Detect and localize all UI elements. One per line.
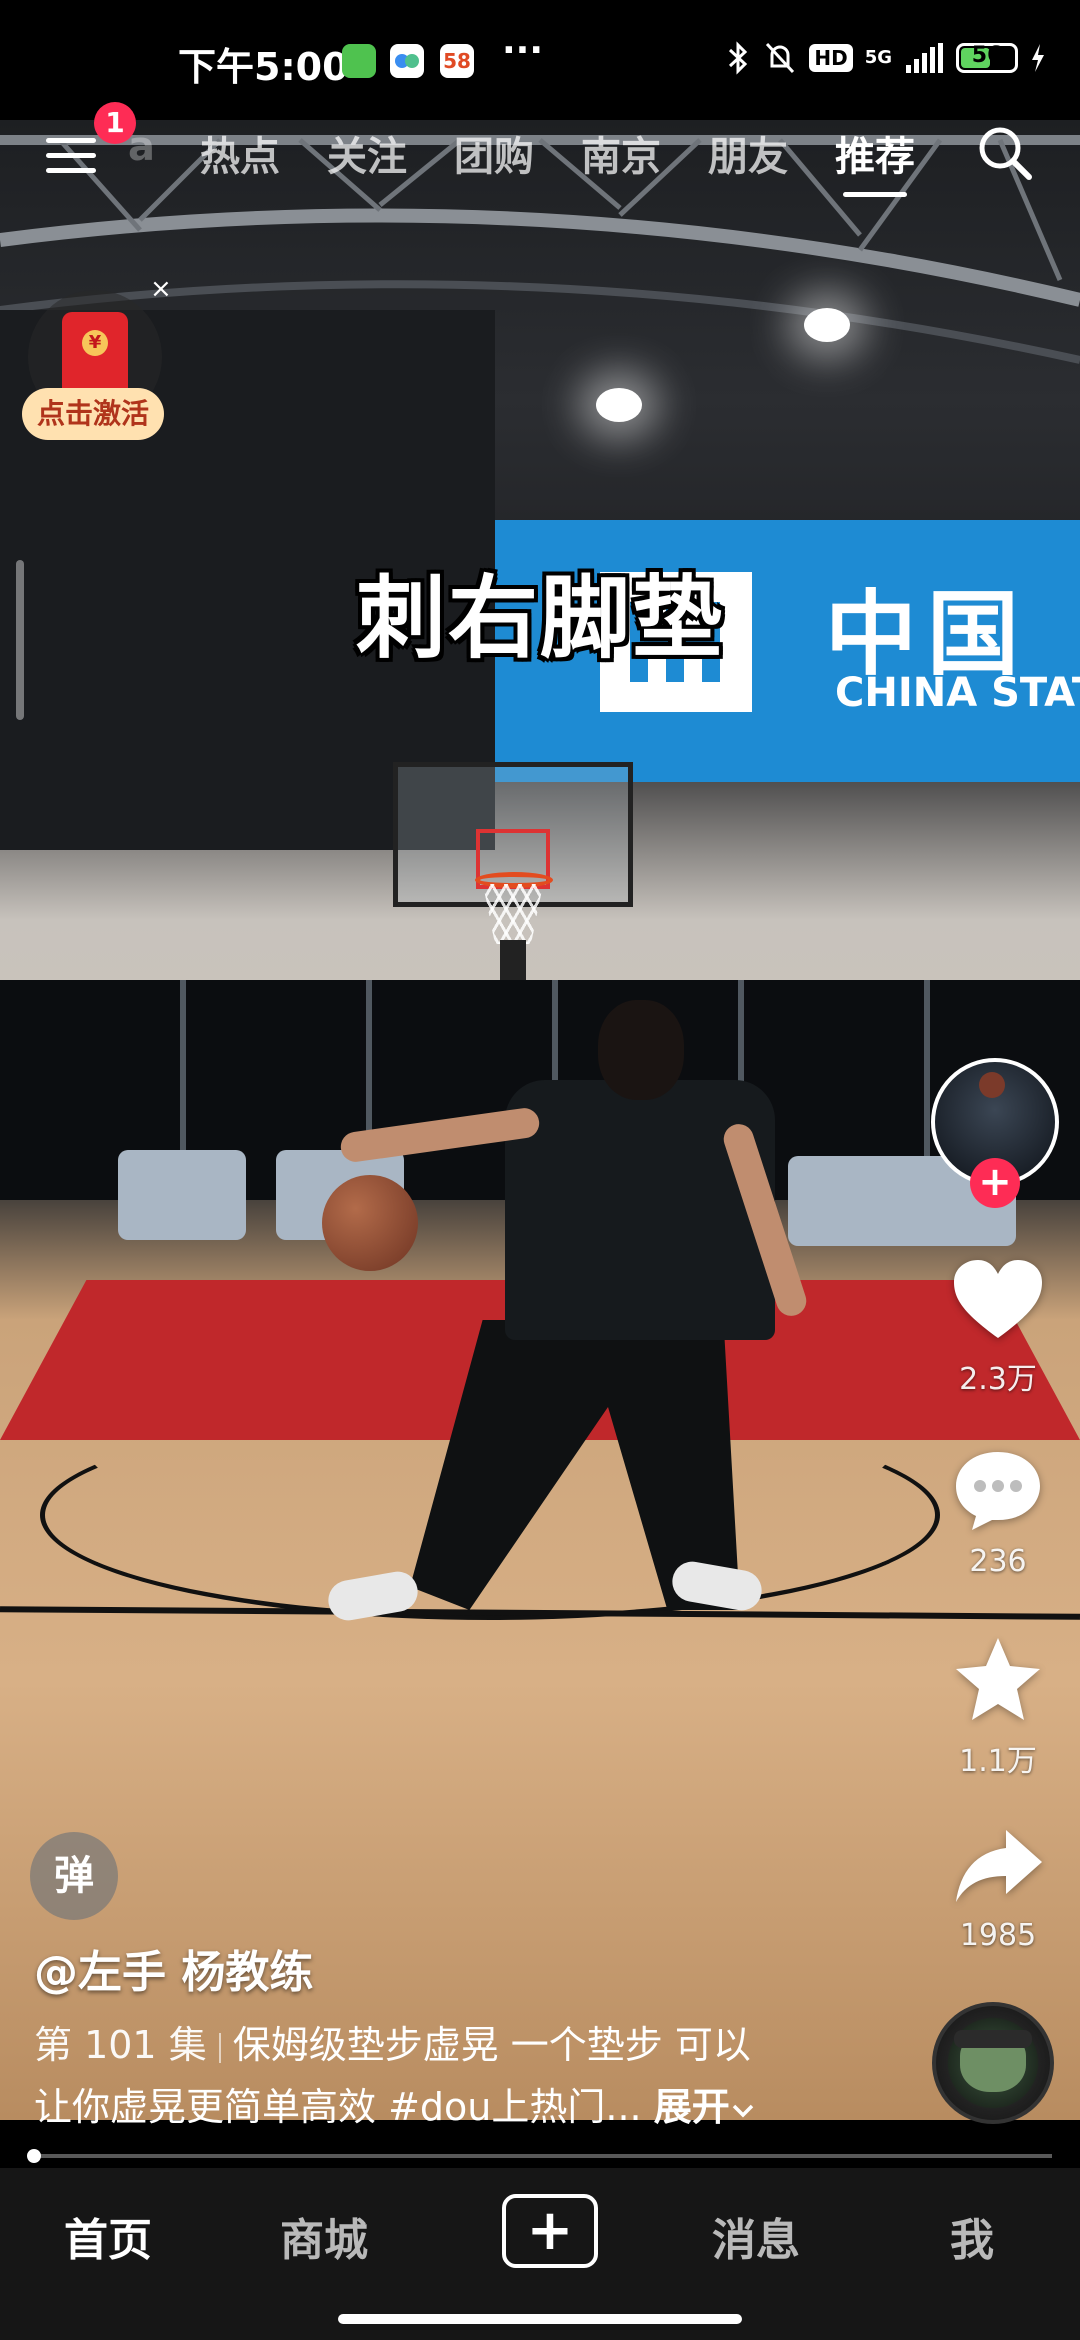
nav-me[interactable]: 我: [950, 2204, 994, 2268]
signal-icon: [906, 43, 943, 73]
hd-icon: HD: [809, 44, 853, 72]
player-head: [598, 1000, 684, 1100]
chevron-down-icon: [732, 2104, 753, 2117]
share-count: 1985: [959, 1918, 1037, 1953]
tab-recommended[interactable]: 推荐: [835, 124, 962, 197]
mute-bell-icon: [766, 42, 795, 74]
star-icon: [956, 1638, 1040, 1720]
charging-icon: [1032, 44, 1044, 72]
create-button[interactable]: +: [502, 2194, 598, 2268]
wechat-icon: [342, 44, 376, 78]
favorite-count: 1.1万: [959, 1744, 1037, 1779]
description-line-1: 保姆级垫步虚晃 一个垫步 可以: [232, 2023, 751, 2067]
courtside-chair: [118, 1150, 246, 1240]
share-action[interactable]: 1985: [930, 1826, 1066, 1953]
follow-button[interactable]: +: [970, 1158, 1020, 1208]
top-tabs: 热点 关注 团购 南京 朋友 推荐: [200, 124, 962, 197]
video-progress-bar[interactable]: [27, 2149, 1052, 2163]
tab-group-buy[interactable]: 团购: [454, 124, 581, 182]
red-envelope-icon: ¥: [62, 312, 128, 398]
video-overlay-caption: 刺右脚垫: [356, 566, 724, 671]
activate-button[interactable]: 点击激活: [22, 388, 164, 440]
nav-messages[interactable]: 消息: [712, 2204, 800, 2268]
tab-scrolled-off[interactable]: a: [128, 124, 155, 170]
favorite-action[interactable]: 1.1万: [930, 1636, 1066, 1780]
search-icon[interactable]: [976, 124, 1034, 182]
player-shirt: [505, 1080, 775, 1340]
expand-button[interactable]: 展开: [654, 2085, 730, 2129]
comment-icon: [956, 1452, 1040, 1530]
post-description[interactable]: 第 101 集保姆级垫步虚晃 一个垫步 可以 让你虚晃更简单高效 #dou上热门…: [34, 2014, 914, 2138]
status-time: 下午5:00: [178, 45, 349, 89]
banner-english-text: CHINA STATE: [835, 670, 1080, 716]
music-disc-icon[interactable]: [932, 2002, 1054, 2124]
separator: [218, 2032, 221, 2063]
network-type: 5G: [864, 47, 892, 68]
battery-icon: 56: [956, 43, 1018, 73]
status-right-icons: HD 5G 56: [725, 40, 1046, 76]
status-bar: 下午5:00 58 ··· HD 5G 56: [0, 0, 1080, 120]
tab-following[interactable]: 关注: [327, 124, 454, 182]
like-action[interactable]: 2.3万: [930, 1258, 1066, 1398]
status-more: ···: [502, 30, 544, 71]
share-arrow-icon: [956, 1830, 1042, 1902]
baidu-netdisk-icon: [390, 44, 424, 78]
danmaku-toggle-button[interactable]: 弹: [30, 1832, 118, 1920]
side-scroll-indicator: [16, 560, 24, 720]
nav-home[interactable]: 首页: [64, 2204, 152, 2268]
58-app-icon: 58: [440, 44, 474, 78]
home-indicator: [338, 2314, 742, 2324]
progress-knob[interactable]: [27, 2149, 42, 2163]
episode-label: 第 101 集: [34, 2023, 207, 2067]
basketball: [322, 1175, 418, 1271]
heart-icon: [954, 1260, 1042, 1338]
ceiling-light: [804, 308, 850, 342]
comment-count: 236: [969, 1544, 1027, 1579]
comment-action[interactable]: 236: [930, 1448, 1066, 1579]
plus-icon: +: [526, 2198, 574, 2263]
tab-local[interactable]: 南京: [581, 124, 708, 182]
red-packet-close-button[interactable]: ×: [150, 274, 172, 304]
like-count: 2.3万: [959, 1362, 1037, 1397]
tab-friends[interactable]: 朋友: [708, 124, 835, 182]
battery-percent: 56: [971, 43, 1003, 68]
author-name[interactable]: @左手 杨教练: [34, 1936, 313, 2000]
bluetooth-icon: [729, 41, 748, 75]
nav-mall[interactable]: 商城: [280, 2204, 368, 2268]
menu-icon[interactable]: [46, 138, 96, 178]
ceiling-light: [596, 388, 642, 422]
description-line-2: 让你虚晃更简单高效 #dou上热门...: [34, 2085, 642, 2129]
basketball-net: [483, 884, 543, 944]
tab-hot[interactable]: 热点: [200, 124, 327, 182]
